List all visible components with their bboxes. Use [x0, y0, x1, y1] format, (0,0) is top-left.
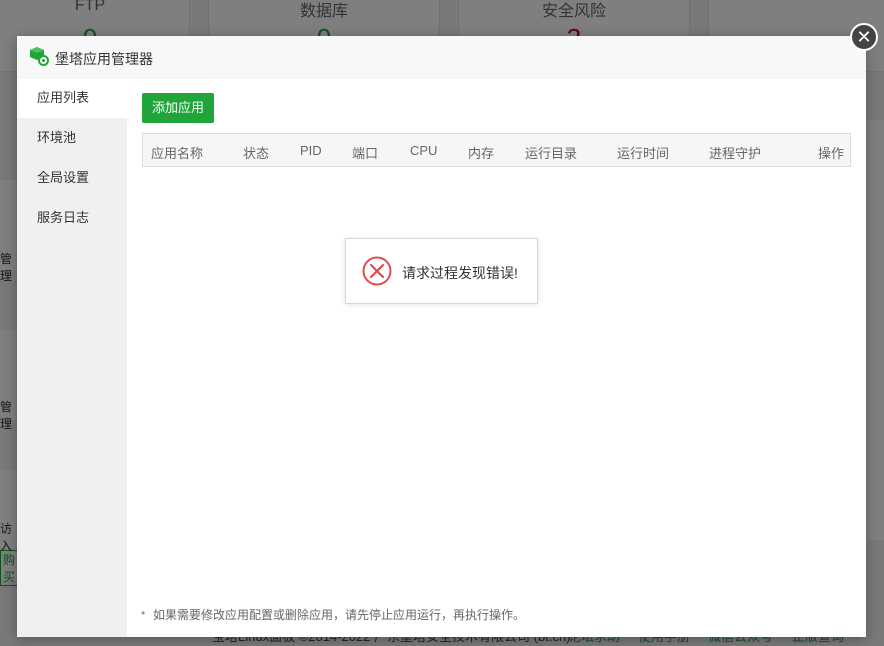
column-header: 应用名称: [151, 146, 204, 161]
sidebar-item-app-list[interactable]: 应用列表: [17, 78, 127, 118]
error-circle-icon: [362, 256, 392, 286]
column-header: 端口: [352, 146, 379, 161]
modal-content: 添加应用 应用名称 状态 PID 端口 CPU 内存 运行目录 运行时间 进程守…: [127, 78, 866, 637]
sidebar-item-global-settings[interactable]: 全局设置: [17, 158, 127, 198]
column-header: 运行时间: [617, 146, 670, 161]
error-toast: 请求过程发现错误!: [345, 238, 538, 304]
sidebar-item-env-pool[interactable]: 环境池: [17, 118, 127, 158]
app-table-header: 应用名称 状态 PID 端口 CPU 内存 运行目录 运行时间 进程守护 操作: [142, 133, 851, 167]
modal-sidebar: 应用列表 环境池 全局设置 服务日志: [17, 78, 127, 637]
close-button[interactable]: ✕: [850, 23, 878, 51]
modal-header: 堡塔应用管理器: [17, 36, 866, 78]
column-header: 状态: [243, 146, 270, 161]
app-manager-modal: 堡塔应用管理器 应用列表 环境池 全局设置 服务日志 添加应用 应用名称 状态 …: [17, 36, 866, 637]
modal-title: 堡塔应用管理器: [55, 51, 153, 67]
app-manager-logo-icon: [30, 47, 49, 66]
column-header: 运行目录: [525, 146, 578, 161]
column-header: PID: [300, 143, 322, 158]
column-header: 内存: [468, 146, 495, 161]
column-header: CPU: [410, 143, 438, 158]
add-app-button[interactable]: 添加应用: [142, 93, 215, 123]
sidebar-item-service-log[interactable]: 服务日志: [17, 198, 127, 238]
column-header: 操作: [818, 146, 845, 161]
error-message: 请求过程发现错误!: [402, 265, 518, 281]
column-header: 进程守护: [709, 146, 762, 161]
usage-note: 如果需要修改应用配置或删除应用，请先停止应用运行，再执行操作。: [141, 606, 525, 623]
